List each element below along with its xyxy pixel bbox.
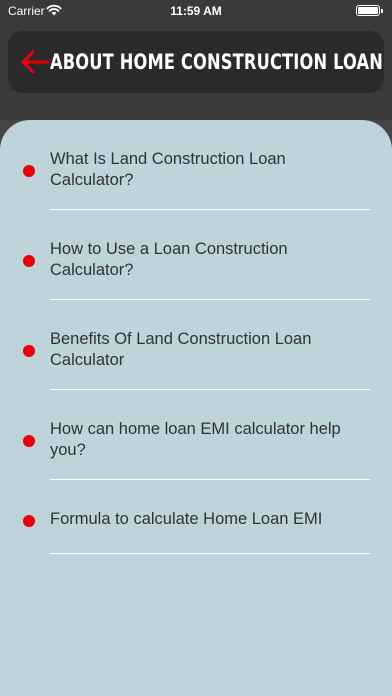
menu-item[interactable]: How to Use a Loan Construction Calculato… <box>0 210 392 300</box>
bullet-dot-icon <box>23 515 35 527</box>
menu-item-label: Benefits Of Land Construction Loan Calcu… <box>50 330 312 369</box>
status-time: 11:59 AM <box>170 4 222 18</box>
menu-item-label: Formula to calculate Home Loan EMI <box>50 510 323 528</box>
status-bar: Carrier 11:59 AM <box>0 0 392 22</box>
back-button[interactable] <box>20 31 50 93</box>
menu-item[interactable]: Formula to calculate Home Loan EMI <box>0 480 392 570</box>
menu-item-label: How to Use a Loan Construction Calculato… <box>50 240 288 279</box>
bullet-dot-icon <box>23 255 35 267</box>
bullet-dot-icon <box>23 165 35 177</box>
header-bar: ABOUT HOME CONSTRUCTION LOAN <box>8 31 384 93</box>
page-title: ABOUT HOME CONSTRUCTION LOAN <box>50 50 383 74</box>
menu-item-label: How can home loan EMI calculator help yo… <box>50 420 341 459</box>
menu-item[interactable]: How can home loan EMI calculator help yo… <box>0 390 392 480</box>
menu-item[interactable]: What Is Land Construction Loan Calculato… <box>0 120 392 210</box>
divider <box>50 553 370 554</box>
screen: Carrier 11:59 AM ABOUT HOME CONSTRUCTION… <box>0 0 392 696</box>
menu-item[interactable]: Benefits Of Land Construction Loan Calcu… <box>0 300 392 390</box>
battery-icon <box>356 5 383 16</box>
bullet-dot-icon <box>23 435 35 447</box>
bullet-dot-icon <box>23 345 35 357</box>
menu-item-label: What Is Land Construction Loan Calculato… <box>50 150 286 189</box>
arrow-left-icon <box>21 50 50 74</box>
content-panel: What Is Land Construction Loan Calculato… <box>0 120 392 696</box>
